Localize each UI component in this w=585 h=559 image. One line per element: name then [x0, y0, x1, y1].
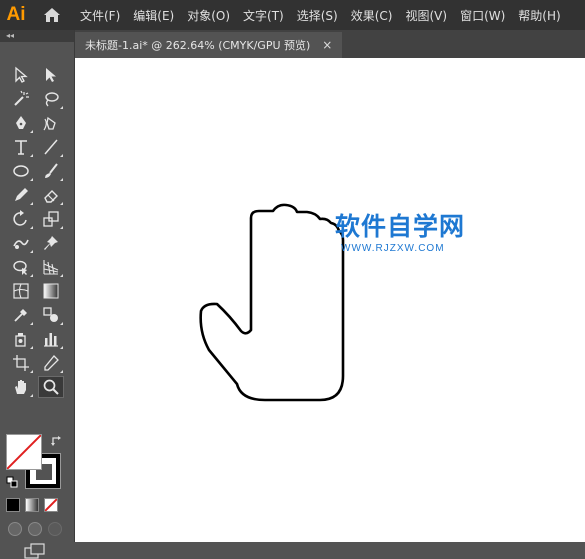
- rotate-tool[interactable]: [8, 208, 34, 230]
- ellipse-tool[interactable]: [8, 160, 34, 182]
- symbol-sprayer-tool[interactable]: [8, 328, 34, 350]
- symbol-sprayer-icon: [15, 333, 26, 347]
- curvature-pen-icon: [43, 116, 56, 131]
- pin-tool[interactable]: [38, 232, 64, 254]
- watermark: 软件自学网 WWW.RJZXW.COM: [335, 212, 485, 254]
- draw-mode-row: [8, 522, 62, 536]
- document-tab-strip: 未标题-1.ai* @ 262.64% (CMYK/GPU 预览) ×: [75, 30, 585, 58]
- menu-bar: Ai 文件(F) 编辑(E) 对象(O) 文字(T) 选择(S) 效果(C) 视…: [0, 0, 585, 30]
- menu-help[interactable]: 帮助(H): [518, 7, 560, 24]
- ellipse-icon: [13, 165, 29, 177]
- blend-icon: [43, 307, 58, 322]
- magic-wand-icon: [14, 90, 29, 106]
- zoom-magnifier-icon: [43, 379, 59, 395]
- draw-normal-icon[interactable]: [8, 522, 22, 536]
- mesh-icon: [13, 283, 29, 299]
- paintbrush-tool[interactable]: [38, 160, 64, 182]
- swap-fill-stroke-icon[interactable]: [50, 434, 64, 448]
- tools-panel: ◂◂: [0, 30, 75, 559]
- column-graph-tool[interactable]: [38, 328, 64, 350]
- slice-knife-icon: [44, 355, 59, 371]
- direct-selection-icon: [46, 68, 56, 82]
- eraser-tool[interactable]: [38, 184, 64, 206]
- document-tab-title: 未标题-1.ai* @ 262.64% (CMYK/GPU 预览): [85, 39, 311, 52]
- puppet-warp-icon: [13, 239, 29, 249]
- main-menu: 文件(F) 编辑(E) 对象(O) 文字(T) 选择(S) 效果(C) 视图(V…: [80, 7, 574, 24]
- gradient-icon: [43, 283, 59, 299]
- app-logo: Ai: [6, 4, 26, 25]
- eraser-icon: [44, 190, 58, 203]
- perspective-grid-tool[interactable]: [38, 256, 64, 278]
- pen-tool[interactable]: [8, 112, 34, 134]
- lasso-tool[interactable]: [38, 88, 64, 110]
- artboard-canvas[interactable]: [75, 58, 585, 542]
- curvature-tool[interactable]: [38, 112, 64, 134]
- gradient-tool[interactable]: [38, 280, 64, 302]
- menu-select[interactable]: 选择(S): [297, 7, 338, 24]
- hand-tool[interactable]: [8, 376, 34, 398]
- hand-icon: [15, 380, 26, 394]
- home-icon: [44, 8, 60, 22]
- shaper-pencil-icon: [15, 188, 28, 201]
- none-button[interactable]: [44, 498, 58, 512]
- puppet-warp-tool[interactable]: [8, 232, 34, 254]
- close-tab-button[interactable]: ×: [322, 38, 332, 52]
- screen-mode-icon[interactable]: [24, 543, 46, 559]
- menu-window[interactable]: 窗口(W): [460, 7, 505, 24]
- tools-panel-collapse[interactable]: ◂◂: [0, 30, 74, 42]
- type-tool[interactable]: [8, 136, 34, 158]
- hand-drawing: [199, 203, 345, 402]
- eyedropper-tool[interactable]: [8, 304, 34, 326]
- selection-arrow-icon: [15, 66, 28, 83]
- pen-nib-icon: [16, 116, 26, 129]
- color-mode-row: [6, 498, 58, 512]
- tool-grid: [8, 64, 66, 400]
- lasso-icon: [45, 92, 59, 107]
- type-t-icon: [15, 140, 27, 155]
- none-fill-icon: [6, 434, 42, 470]
- eyedropper-icon: [14, 309, 27, 322]
- direct-selection-tool[interactable]: [38, 64, 64, 86]
- fill-stroke-swatches: [6, 434, 66, 490]
- magic-wand-tool[interactable]: [8, 88, 34, 110]
- gradient-button[interactable]: [25, 498, 39, 512]
- perspective-grid-icon: [43, 260, 59, 275]
- home-button[interactable]: [32, 0, 72, 30]
- menu-file[interactable]: 文件(F): [80, 7, 120, 24]
- mesh-tool[interactable]: [8, 280, 34, 302]
- menu-edit[interactable]: 编辑(E): [133, 7, 174, 24]
- paintbrush-icon: [45, 163, 58, 178]
- column-graph-icon: [44, 333, 58, 347]
- slice-tool[interactable]: [38, 352, 64, 374]
- menu-view[interactable]: 视图(V): [405, 7, 447, 24]
- draw-inside-icon[interactable]: [48, 522, 62, 536]
- menu-object[interactable]: 对象(O): [187, 7, 230, 24]
- menu-effect[interactable]: 效果(C): [351, 7, 393, 24]
- line-segment-tool[interactable]: [38, 136, 64, 158]
- shape-builder-icon: [13, 260, 27, 275]
- watermark-title: 软件自学网: [335, 212, 466, 241]
- menu-type[interactable]: 文字(T): [243, 7, 284, 24]
- blend-tool[interactable]: [38, 304, 64, 326]
- artboard-icon: [13, 355, 29, 371]
- color-button[interactable]: [6, 498, 20, 512]
- document-tab[interactable]: 未标题-1.ai* @ 262.64% (CMYK/GPU 预览) ×: [75, 32, 343, 58]
- selection-tool[interactable]: [8, 64, 34, 86]
- pin-icon: [44, 236, 58, 250]
- fill-swatch[interactable]: [6, 434, 42, 470]
- default-fill-stroke-icon[interactable]: [6, 476, 18, 488]
- scale-tool[interactable]: [38, 208, 64, 230]
- line-segment-icon: [44, 139, 58, 155]
- artboard-tool[interactable]: [8, 352, 34, 374]
- rotate-icon: [13, 210, 27, 226]
- none-slash-icon: [45, 499, 57, 511]
- draw-behind-icon[interactable]: [28, 522, 42, 536]
- zoom-tool[interactable]: [38, 376, 64, 398]
- shaper-tool[interactable]: [8, 184, 34, 206]
- scale-icon: [43, 211, 59, 227]
- watermark-url: WWW.RJZXW.COM: [341, 243, 445, 254]
- shape-builder-tool[interactable]: [8, 256, 34, 278]
